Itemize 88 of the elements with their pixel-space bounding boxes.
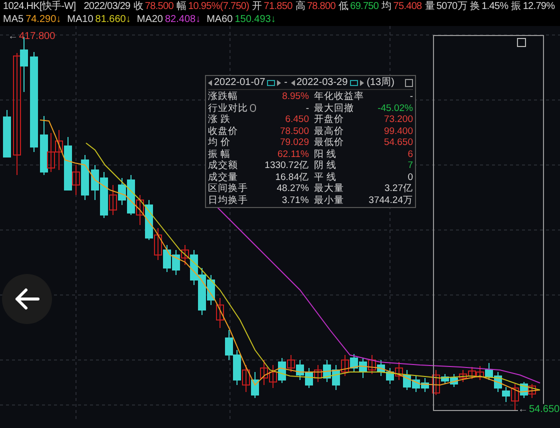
back-button[interactable] (2, 274, 52, 324)
period-label: (13周) (366, 77, 394, 88)
close-icon[interactable] (517, 38, 526, 47)
close-icon[interactable] (405, 78, 413, 86)
ma-label: MA10 (67, 13, 94, 26)
left-arrow-icon (14, 287, 40, 311)
stat-label: 振 (511, 0, 521, 13)
stat-value: 1.45% (482, 0, 508, 13)
stat-value: 5070万 (436, 0, 467, 13)
stat-label: 日均换手 (208, 194, 248, 206)
stat-label: 收盘价 (208, 126, 238, 137)
stat-value: 48.27% (276, 183, 309, 194)
stat-value: - (304, 102, 309, 114)
arrow-icon: ← (8, 31, 18, 43)
help-icon[interactable] (250, 104, 256, 112)
stat-value: 78.500 (278, 126, 309, 137)
stat-value: 78.500 (144, 0, 174, 13)
stat-label: 量 (424, 0, 434, 13)
stat-value: - (408, 91, 413, 102)
stat-value: 3.27亿 (384, 183, 413, 194)
stat-value: 79.029 (278, 137, 309, 148)
ma-label: MA5 (3, 13, 24, 26)
quote-date: 2022/03/29 (84, 0, 130, 13)
stat-value: -45.02% (376, 102, 413, 114)
stat-label: 最大回撤 (314, 102, 355, 114)
stat-label: 成交量 (208, 172, 238, 183)
stat-value: 16.84亿 (274, 172, 309, 183)
stat-label: 均 价 (208, 137, 231, 148)
stat-label: 年化收益率 (314, 91, 365, 102)
ma-value: 82.408↓ (165, 13, 201, 26)
stat-value: 54.650 (382, 137, 413, 148)
ma-label: MA60 (206, 13, 233, 26)
stat-value: 69.750 (350, 0, 379, 13)
date-field[interactable]: 2022-03-29 (296, 77, 348, 88)
stat-label: 换 (470, 0, 480, 13)
stat-label: 最低价 (314, 137, 345, 148)
ma-value: 81.660↓ (95, 13, 131, 26)
stat-label: 成交额 (208, 160, 238, 172)
stat-value: 8.95% (281, 91, 309, 102)
low-price-label: 54.650 (529, 404, 560, 416)
stat-value: 10.95%(7.750) (188, 0, 250, 13)
ma-label: MA20 (136, 13, 163, 26)
calendar-icon[interactable] (350, 80, 358, 86)
stat-label: 高 (295, 0, 305, 13)
stat-label: 振 幅 (208, 148, 231, 160)
ma-value: 150.493↓ (234, 13, 276, 26)
stat-value: 78.800 (306, 0, 336, 13)
previous-icon[interactable] (290, 80, 294, 86)
stat-label: 收 (133, 0, 143, 13)
stat-label: 幅 (176, 0, 186, 13)
stat-value: 12.79% (522, 0, 555, 13)
stat-label: 低 (338, 0, 348, 13)
date-separator: - (284, 77, 288, 88)
stat-label: 最小量 (314, 194, 345, 206)
previous-icon[interactable] (208, 80, 212, 86)
stat-value: 71.850 (264, 0, 292, 13)
stat-label: 最高价 (314, 126, 345, 137)
stat-label: 行业对比 (208, 102, 248, 114)
stat-value: 75.408 (393, 0, 422, 13)
date-field[interactable]: 2022-01-07 (214, 77, 266, 88)
stat-value: 3744.24万 (368, 194, 413, 206)
stock-symbol: 1024.HK[快手-W] (3, 0, 76, 13)
ma-value: 74.290↓ (26, 13, 62, 26)
candlestick (3, 110, 11, 158)
stat-label: 最大量 (314, 183, 345, 194)
stat-value: 7 (406, 160, 413, 172)
stat-label: 区间换手 (208, 183, 248, 194)
stat-label: 均 (382, 0, 392, 13)
stat-value: 62.11% (276, 148, 309, 160)
stat-value: 3.71% (280, 194, 309, 206)
high-price-label: 417.800 (19, 31, 56, 43)
stat-label: 阳 线 (314, 148, 338, 160)
stat-label: 平 线 (314, 172, 338, 183)
next-icon[interactable] (277, 80, 282, 86)
stat-value: 6.450 (284, 114, 309, 126)
stat-value: 0 (406, 172, 413, 183)
stat-value: 6 (406, 148, 413, 160)
stat-value: 1330.72亿 (264, 160, 309, 172)
stat-label: 阴 线 (314, 160, 338, 172)
stat-label: 涨 跌 (208, 114, 231, 126)
stat-label: 开盘价 (314, 114, 345, 126)
stat-value: 99.400 (382, 126, 413, 137)
stat-value: 73.200 (382, 114, 413, 126)
next-icon[interactable] (360, 80, 364, 86)
stat-label: 开 (252, 0, 262, 13)
stat-label: 涨跌幅 (208, 91, 238, 102)
arrow-icon: ← (518, 404, 528, 416)
calendar-icon[interactable] (267, 80, 276, 86)
